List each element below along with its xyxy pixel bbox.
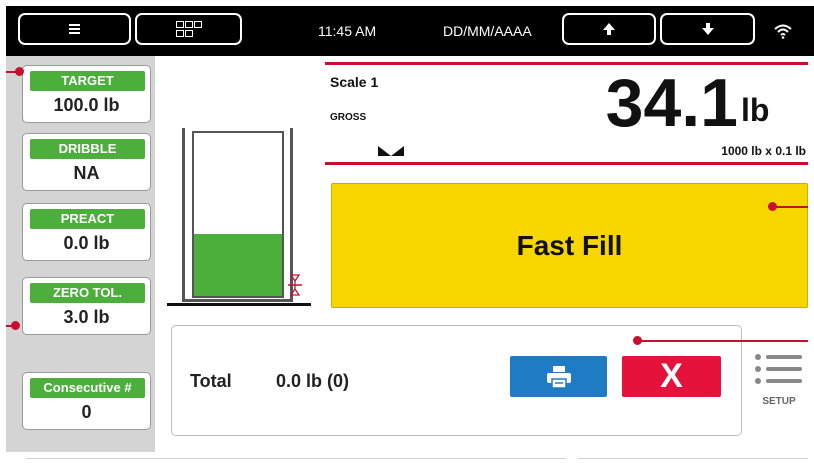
printer-icon [546,365,571,389]
setpoint-zero-tolerance[interactable]: ZERO TOL. 3.0 lb [22,277,151,335]
wifi-icon [774,24,792,39]
setpoint-dribble[interactable]: DRIBBLE NA [22,133,151,191]
setup-button[interactable]: SETUP [750,352,808,412]
bottom-divider [578,458,808,459]
callout-marker [11,321,20,330]
callout-marker [15,67,24,76]
print-button[interactable] [510,356,607,397]
setpoint-preact[interactable]: PREACT 0.0 lb [22,203,151,261]
setpoint-label: Consecutive # [30,378,145,398]
setup-label: SETUP [762,396,796,407]
weight-unit: lb [741,92,770,128]
clock-time: 11:45 AM [318,23,377,39]
scale-capacity: 1000 lb x 0.1 lb [721,144,806,158]
setpoint-value: 0.0 lb [63,233,110,253]
callout-line [774,206,808,208]
setpoint-value: 0 [81,402,92,422]
weight-value: 34.1 [605,65,738,141]
cancel-button[interactable]: X [622,356,721,397]
grid-icon [175,21,202,37]
fill-status-panel: Fast Fill [331,183,808,308]
totals-value: 0.0 lb (0) [276,371,350,391]
arrow-down-icon [701,23,714,35]
scale-name: Scale 1 [330,74,379,90]
valve-icon [288,274,302,296]
setpoint-value: NA [73,163,100,183]
arrow-up-icon [603,23,615,35]
setpoint-value: 3.0 lb [63,307,110,327]
scroll-up-button[interactable] [562,13,656,45]
tank-fill-level [194,234,282,296]
date-display: DD/MM/AAAA [443,23,532,39]
tank-graphic [192,131,284,298]
totals-label: Total [190,371,232,391]
menu-icon [69,22,80,36]
setpoint-value: 100.0 lb [53,95,120,115]
setpoint-label: TARGET [30,71,145,91]
totals-panel: Total 0.0 lb (0) X [171,325,742,436]
setpoint-sidebar: TARGET 100.0 lb DRIBBLE NA PREACT 0.0 lb… [6,56,155,452]
scale-bottom-divider [325,162,808,165]
grid-view-button[interactable] [135,13,242,45]
status-bar: 11:45 AM DD/MM/AAAA [6,6,814,56]
setpoint-label: PREACT [30,209,145,229]
tank-base [167,303,311,306]
setpoint-consecutive-number[interactable]: Consecutive # 0 [22,372,151,430]
setpoint-target[interactable]: TARGET 100.0 lb [22,65,151,123]
fill-status-text: Fast Fill [516,229,623,261]
scroll-down-button[interactable] [660,13,755,45]
weight-mode: GROSS [330,112,367,123]
list-menu-icon [755,354,802,384]
setpoint-label: ZERO TOL. [30,283,145,303]
bottom-divider [26,458,566,459]
menu-button[interactable] [18,13,131,45]
center-of-zero-icon [378,146,404,156]
setpoint-label: DRIBBLE [30,139,145,159]
callout-line [639,340,808,342]
